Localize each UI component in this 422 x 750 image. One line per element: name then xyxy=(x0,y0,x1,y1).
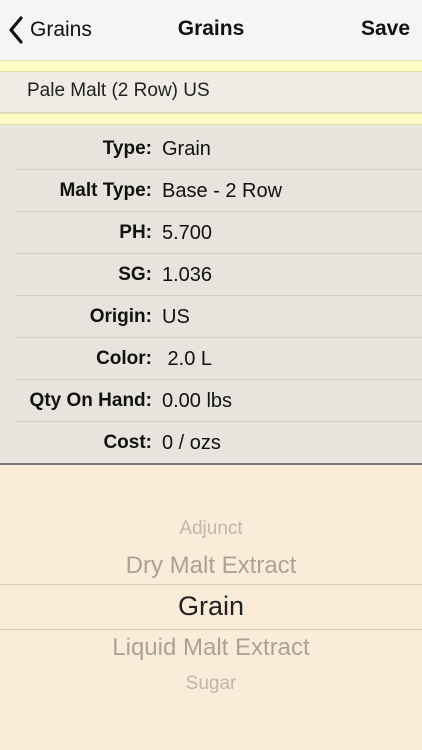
highlight-band-top xyxy=(0,60,422,72)
picker-option-sugar[interactable]: Sugar xyxy=(0,673,422,695)
picker-selection-line-bottom xyxy=(0,629,422,630)
field-label-cost: Cost: xyxy=(103,432,152,453)
highlight-band-bottom xyxy=(0,113,422,125)
field-label-origin: Origin: xyxy=(89,306,152,327)
ingredient-name-value: Pale Malt (2 Row) US xyxy=(27,80,210,101)
field-label-sg: SG: xyxy=(118,264,152,285)
navigation-bar: Grains Grains Save xyxy=(0,0,422,61)
field-label-qty-on-hand: Qty On Hand: xyxy=(29,390,152,411)
field-label-type: Type: xyxy=(102,138,152,159)
field-row-cost[interactable]: Cost: 0 / ozs xyxy=(0,422,422,464)
field-row-color[interactable]: Color: 2.0 L xyxy=(0,338,422,380)
picker-option-adjunct[interactable]: Adjunct xyxy=(0,518,422,540)
field-value-sg: 1.036 xyxy=(162,264,213,286)
save-button[interactable]: Save xyxy=(361,17,410,41)
field-label-ph: PH: xyxy=(119,222,152,243)
field-value-color: 2.0 L xyxy=(162,348,213,370)
picker-option-dry-malt-extract[interactable]: Dry Malt Extract xyxy=(0,552,422,580)
field-value-ph: 5.700 xyxy=(162,222,213,244)
field-row-ph[interactable]: PH: 5.700 xyxy=(0,212,422,254)
picker-option-grain-selected[interactable]: Grain xyxy=(0,591,422,622)
chevron-left-icon xyxy=(8,16,24,44)
picker-option-liquid-malt-extract[interactable]: Liquid Malt Extract xyxy=(0,634,422,662)
field-value-cost: 0 / ozs xyxy=(162,432,221,454)
field-label-malt-type: Malt Type: xyxy=(59,180,152,201)
field-value-qty-on-hand: 0.00 lbs xyxy=(162,390,233,412)
field-value-type: Grain xyxy=(162,138,211,160)
back-button[interactable]: Grains xyxy=(8,14,92,46)
field-row-origin[interactable]: Origin: US xyxy=(0,296,422,338)
field-row-qty-on-hand[interactable]: Qty On Hand: 0.00 lbs xyxy=(0,380,422,422)
field-value-origin: US xyxy=(162,306,190,328)
field-value-malt-type: Base - 2 Row xyxy=(162,180,283,202)
type-picker[interactable]: Adjunct Dry Malt Extract Grain Liquid Ma… xyxy=(0,465,422,750)
picker-selection-line-top xyxy=(0,584,422,585)
back-button-label: Grains xyxy=(30,18,92,41)
field-label-color: Color: xyxy=(96,348,152,369)
ingredient-name-field[interactable]: Pale Malt (2 Row) US xyxy=(0,72,422,113)
ingredient-details: Type: Grain Malt Type: Base - 2 Row PH: … xyxy=(0,128,422,464)
field-row-sg[interactable]: SG: 1.036 xyxy=(0,254,422,296)
field-row-type[interactable]: Type: Grain xyxy=(0,128,422,170)
field-row-malt-type[interactable]: Malt Type: Base - 2 Row xyxy=(0,170,422,212)
